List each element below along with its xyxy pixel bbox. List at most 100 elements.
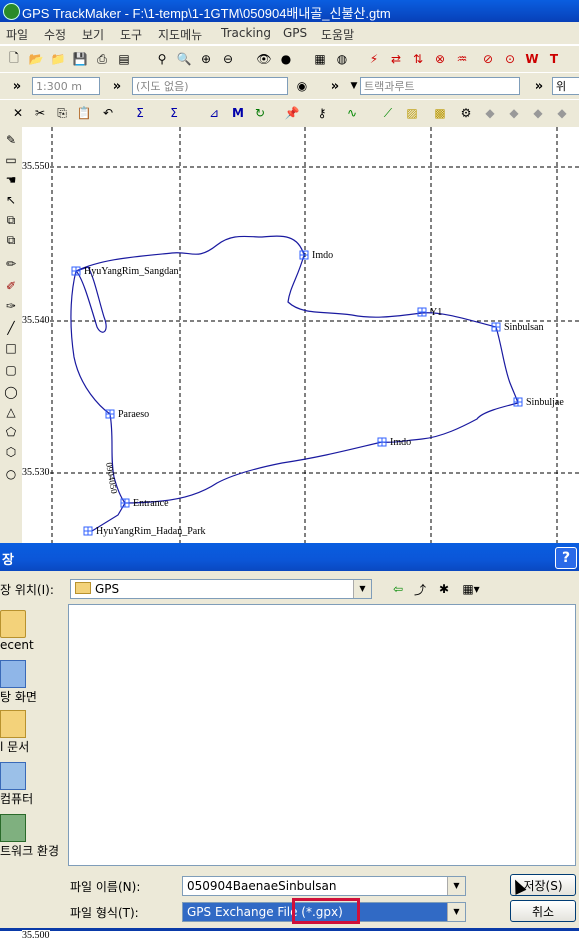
map-combo[interactable]: (지도 없음) (132, 77, 288, 95)
right-combo[interactable]: 위 (552, 77, 579, 95)
gps-tool-7-icon[interactable]: ⊙ (500, 49, 520, 69)
hand-icon[interactable]: ☚ (2, 171, 20, 189)
circle-tool-icon[interactable]: ○ (2, 465, 20, 483)
cancel-button[interactable]: 취소 (510, 900, 576, 922)
gps-tool-3-icon[interactable]: ⇅ (408, 49, 428, 69)
eraser-icon[interactable]: ✑ (2, 297, 20, 315)
layers-icon[interactable]: ⧉ (2, 211, 20, 229)
hexagon-tool-icon[interactable]: ⬡ (2, 443, 20, 461)
rounded-rect-icon[interactable]: ▢ (2, 361, 20, 379)
open-folder-icon[interactable]: 📁 (48, 49, 68, 69)
gps-tool-1-icon[interactable]: ⚡ (364, 49, 384, 69)
triangle-tool-icon[interactable]: △ (2, 403, 20, 421)
brush-icon[interactable]: ✐ (2, 277, 20, 295)
place-computer[interactable]: 컴퓨터 (0, 762, 64, 812)
gps-tool-8-icon[interactable]: W (522, 49, 542, 69)
place-desktop[interactable]: 탕 화면 (0, 660, 64, 710)
map-canvas[interactable]: 0904050 35.550 35.540 35.530 HyuYangRim_… (22, 127, 579, 543)
open-icon[interactable]: 📂 (26, 49, 46, 69)
paste-icon[interactable]: 📋 (74, 103, 94, 123)
sum-1-icon[interactable]: Σ (130, 103, 150, 123)
select-tool-icon[interactable]: ✎ (2, 131, 20, 149)
track-arrow-icon[interactable]: » (326, 77, 344, 95)
waypoint-label[interactable]: Imdo (312, 250, 333, 261)
waypoint-label[interactable]: Entrance (133, 498, 169, 509)
chart-icon[interactable]: ▦ (310, 49, 330, 69)
rect-tool-icon[interactable]: □ (2, 339, 20, 357)
menu-help[interactable]: 도움말 (321, 26, 354, 43)
locate-icon[interactable]: ⚲ (152, 49, 172, 69)
waypoint-label[interactable]: Sinbuljae (526, 397, 564, 408)
waypoint-label[interactable]: HyuYangRim_Hadan_Park (96, 526, 206, 537)
pencil-icon[interactable]: ✏ (2, 255, 20, 273)
ellipse-tool-icon[interactable]: ◯ (2, 383, 20, 401)
save-dialog: 장 ? 장 위치(I): GPS ▼ ⇦ ⤴ ✱ ▦▾ ecent 탕 화면 l… (0, 543, 579, 939)
cut-icon[interactable]: ✂ (30, 103, 50, 123)
place-network[interactable]: 트워크 환경 (0, 814, 64, 864)
measure-icon[interactable]: M (228, 103, 248, 123)
track-edit-icon[interactable]: ⟋ (378, 103, 398, 123)
eye-icon[interactable]: 👁 (254, 49, 274, 69)
menu-tracking[interactable]: Tracking (221, 26, 271, 40)
waypoint-label[interactable]: Paraeso (118, 409, 149, 420)
back-icon[interactable]: ⇦ (388, 579, 408, 599)
save-icon[interactable]: 💾 (70, 49, 90, 69)
view-menu-icon[interactable]: ▦▾ (458, 579, 484, 599)
gps-tool-5-icon[interactable]: ♒ (452, 49, 472, 69)
scale-combo[interactable]: 1:300 m (32, 77, 100, 95)
sum-2-icon[interactable]: Σ (164, 103, 184, 123)
print-icon[interactable]: ⎙ (92, 49, 112, 69)
gps-tool-9-icon[interactable]: T (544, 49, 564, 69)
rect-select-icon[interactable]: ▭ (2, 151, 20, 169)
settings-icon[interactable]: ⚙ (456, 103, 476, 123)
track-combo[interactable]: 트랙과루트 (360, 77, 520, 95)
place-recent[interactable]: ecent (0, 610, 64, 660)
waypoint-label[interactable]: HyuYangRim_Sangdan (84, 266, 179, 277)
menu-edit[interactable]: 수정 (44, 26, 66, 43)
copy-icon[interactable]: ⎘ (52, 103, 72, 123)
area-2-icon[interactable]: ▩ (430, 103, 450, 123)
save-in-select[interactable]: GPS ▼ (70, 579, 372, 599)
new-folder-icon[interactable]: ✱ (434, 579, 454, 599)
gps-tool-6-icon[interactable]: ⊘ (478, 49, 498, 69)
waypoint-label[interactable]: Imdo (390, 437, 411, 448)
help-icon[interactable]: ? (555, 547, 577, 569)
menu-tools[interactable]: 도구 (120, 26, 142, 43)
scale-arrow-icon[interactable]: » (8, 77, 26, 95)
lat-label: 35.500 (22, 930, 50, 941)
gps-tool-2-icon[interactable]: ⇄ (386, 49, 406, 69)
menu-view[interactable]: 보기 (82, 26, 104, 43)
waypoint-label[interactable]: Sinbulsan (504, 322, 543, 333)
profile-icon[interactable]: ⊿ (204, 103, 224, 123)
undo-icon[interactable]: ↶ (98, 103, 118, 123)
delete-icon[interactable]: ✕ (8, 103, 28, 123)
zoom-in-icon[interactable]: ⊕ (196, 49, 216, 69)
menu-map[interactable]: 지도메뉴 (158, 26, 202, 43)
track-tool-icon[interactable]: ∿ (342, 103, 362, 123)
globe-icon[interactable]: ◍ (332, 49, 352, 69)
pentagon-tool-icon[interactable]: ⬠ (2, 423, 20, 441)
layers-2-icon[interactable]: ⧉ (2, 231, 20, 249)
pin-icon[interactable]: 📌 (282, 103, 302, 123)
map-arrow-icon[interactable]: » (108, 77, 126, 95)
pointer-icon[interactable]: ↖ (2, 191, 20, 209)
up-folder-icon[interactable]: ⤴ (410, 579, 430, 599)
new-icon[interactable]: 🗋 (4, 49, 24, 69)
right-arrow-icon[interactable]: » (530, 77, 548, 95)
place-documents[interactable]: l 문서 (0, 710, 64, 760)
map-color-icon[interactable]: ◉ (292, 76, 312, 96)
line-tool-icon[interactable]: ╱ (2, 319, 20, 337)
gps-tool-4-icon[interactable]: ⊗ (430, 49, 450, 69)
filename-input[interactable]: 050904BaenaeSinbulsan ▼ (182, 876, 466, 896)
menu-file[interactable]: 파일 (6, 26, 28, 43)
search-icon[interactable]: 🔍 (174, 49, 194, 69)
key-icon[interactable]: ⚷ (312, 103, 332, 123)
color-icon[interactable]: ● (276, 49, 296, 69)
waypoint-label[interactable]: Y1 (430, 307, 442, 318)
refresh-icon[interactable]: ↻ (250, 103, 270, 123)
print-preview-icon[interactable]: ▤ (114, 49, 134, 69)
menu-gps[interactable]: GPS (283, 26, 307, 40)
zoom-out-icon[interactable]: ⊖ (218, 49, 238, 69)
area-icon[interactable]: ▨ (402, 103, 422, 123)
file-list[interactable] (68, 604, 576, 866)
